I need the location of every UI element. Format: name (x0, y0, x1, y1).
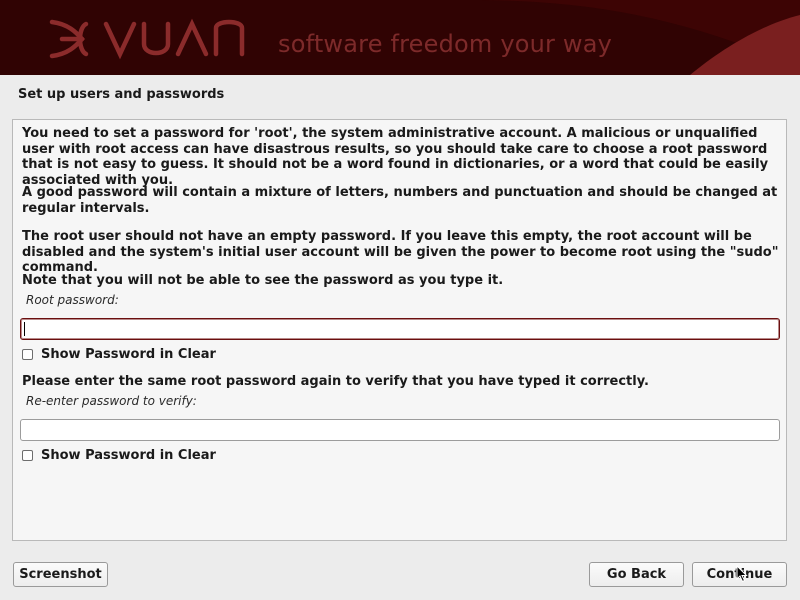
screenshot-button[interactable]: Screenshot (13, 562, 108, 587)
show-password-label: Show Password in Clear (41, 346, 216, 362)
verify-instruction: Please enter the same root password agai… (22, 374, 649, 389)
checkbox-icon[interactable] (22, 449, 33, 461)
reenter-password-input[interactable] (20, 419, 780, 441)
page-title: Set up users and passwords (18, 87, 225, 102)
text-caret (24, 322, 25, 336)
reenter-password-label: Re-enter password to verify: (26, 394, 197, 408)
show-password-toggle-2[interactable]: Show Password in Clear (22, 447, 216, 463)
root-password-input[interactable] (20, 318, 780, 340)
go-back-button[interactable]: Go Back (589, 562, 684, 587)
checkbox-icon[interactable] (22, 348, 33, 360)
devuan-logo-icon (49, 18, 245, 60)
empty-password-note: The root user should not have an empty p… (22, 229, 779, 275)
show-password-toggle-1[interactable]: Show Password in Clear (22, 346, 216, 362)
show-password-label: Show Password in Clear (41, 447, 216, 463)
root-password-intro: You need to set a password for 'root', t… (22, 126, 769, 188)
mouse-pointer-icon (736, 565, 748, 583)
tagline: software freedom your way (278, 30, 613, 58)
root-password-label: Root password: (26, 293, 119, 307)
hidden-typing-note: Note that you will not be able to see th… (22, 273, 504, 288)
password-advice: A good password will contain a mixture o… (22, 185, 778, 216)
header-banner: software freedom your way (0, 0, 800, 75)
